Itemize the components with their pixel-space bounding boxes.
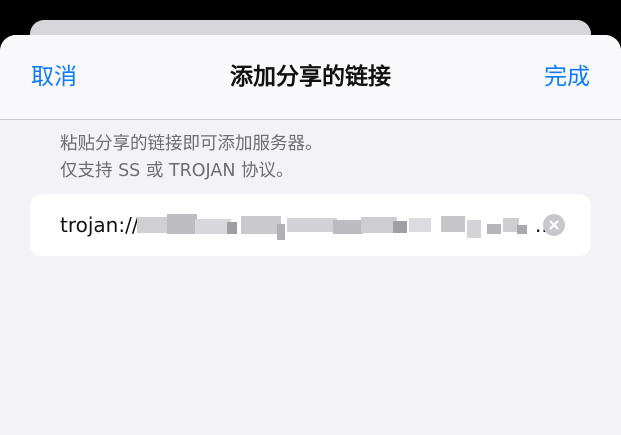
link-prefix-text: trojan:// [60,213,139,237]
hint-line-1: 粘贴分享的链接即可添加服务器。 [60,134,323,154]
navigation-bar: 取消 添加分享的链接 完成 [0,35,621,120]
share-link-input[interactable]: trojan:// .. [30,194,591,256]
sheet-title: 添加分享的链接 [230,64,391,90]
redacted-link-value [137,214,527,240]
hint-line-2: 仅支持 SS 或 TROJAN 协议。 [60,161,294,181]
clear-circle-icon[interactable] [543,214,565,236]
done-button[interactable]: 完成 [544,59,590,95]
hint-text: 粘贴分享的链接即可添加服务器。 仅支持 SS 或 TROJAN 协议。 [60,131,323,185]
